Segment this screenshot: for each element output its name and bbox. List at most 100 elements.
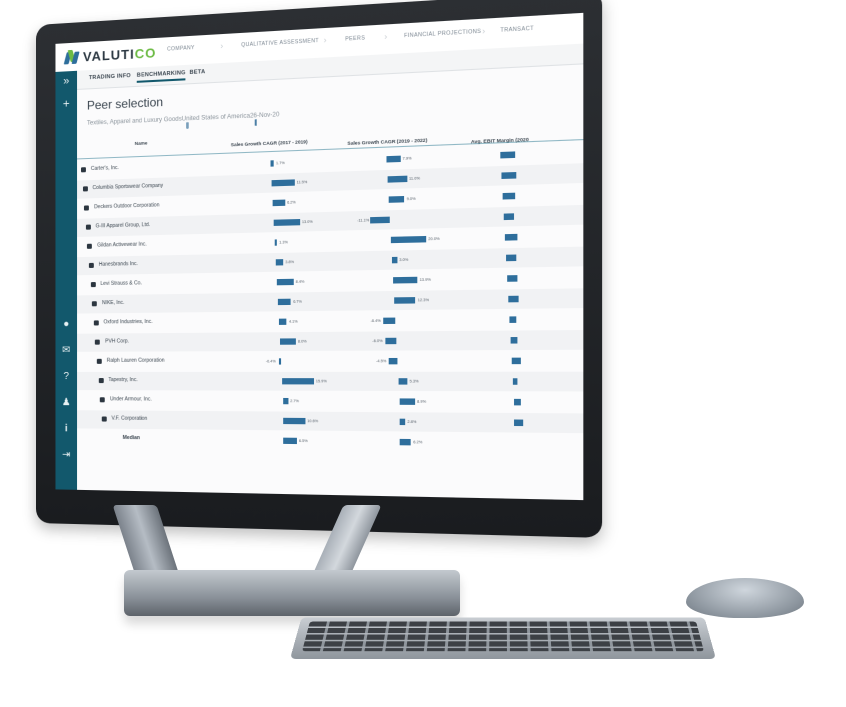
bar-value-label: 5.3% [409,379,419,384]
bar-sales-growth-2019-2022 [370,216,390,224]
bar-sales-growth-2017-2019 [278,318,287,325]
nav-company[interactable]: COMPANY [167,45,195,53]
row-name: NIKE, Inc. [101,299,125,307]
bar-value-label: 8.0% [297,339,307,344]
table-body: Carter's, Inc. 1.7% 7.9% Columbia Sportswea… [77,142,584,446]
bar-sales-growth-2017-2019 [273,219,300,226]
row-checkbox-icon[interactable] [80,167,86,173]
row-name: Median [122,434,140,442]
keyboard-keys [302,621,704,652]
user-icon[interactable]: ● [55,319,77,331]
bar-value-label: 15.9% [315,379,327,384]
crumb-industry: Textiles, Apparel and Luxury Goods [86,116,182,127]
bar-sales-growth-2017-2019 [272,199,285,207]
row-name: Levi Strauss & Co. [100,280,142,288]
nav-transactions[interactable]: TRANSACT [500,26,534,34]
chat-icon[interactable]: ✉ [55,345,77,357]
logout-icon[interactable]: ⇥ [55,449,77,461]
bar-value-label: 2.8% [407,419,417,425]
row-name: Ralph Lauren Corporation [106,357,165,364]
valutico-logo[interactable]: VALUTICO [63,44,157,65]
nav-separator-icon: › [220,41,224,51]
mouse [686,578,804,618]
bar-sales-growth-2017-2019 [270,160,274,167]
help-icon[interactable]: ? [55,371,77,383]
nav-separator-icon: › [482,26,486,37]
row-checkbox-icon[interactable] [92,301,97,307]
bar-avg-ebit-margin [512,378,518,385]
row-checkbox-icon[interactable] [90,282,96,288]
logo-text: VALUTICO [82,44,157,64]
table-row[interactable]: Ralph Lauren Corporation -0.4% -4.5% [77,351,583,371]
tab-beta[interactable]: BETA [190,69,206,76]
bar-avg-ebit-margin [501,172,517,179]
bar-sales-growth-2019-2022 [400,438,412,446]
bar-value-label: 11.5% [296,180,308,185]
bar-sales-growth-2017-2019 [276,278,294,286]
row-name: Tapestry, Inc. [108,377,138,384]
bar-value-label: -0.4% [265,359,276,364]
account-icon[interactable]: ♟ [55,397,77,409]
header-name[interactable]: Name [135,140,148,146]
bar-value-label: 8.9% [417,399,427,404]
bar-sales-growth-2017-2019 [279,338,296,345]
monitor: VALUTICO COMPANY › QUALITATIVE ASSESSMEN… [36,0,603,538]
bar-value-label: 6.7% [293,299,302,304]
bar-sales-growth-2019-2022 [389,357,398,365]
bar-sales-growth-2017-2019 [281,378,314,385]
row-checkbox-icon[interactable] [96,358,102,364]
bar-avg-ebit-margin [509,316,517,323]
row-checkbox-icon[interactable] [99,397,105,403]
row-name: PVH Corp. [105,338,130,345]
tab-trading-info[interactable]: TRADING INFO [89,73,131,81]
row-checkbox-icon[interactable] [93,320,99,326]
computer-base [124,570,460,616]
plus-icon[interactable]: + [55,96,77,110]
crumb-country: United States of America [181,113,250,123]
row-checkbox-icon[interactable] [98,378,104,384]
bar-avg-ebit-margin [510,336,518,344]
bar-sales-growth-2019-2022 [400,418,406,426]
chevrons-right-icon[interactable]: » [55,75,77,88]
bar-sales-growth-2019-2022 [387,175,407,183]
row-checkbox-icon[interactable] [87,243,93,249]
bar-value-label: 11.0% [409,176,421,181]
bar-value-label: 4.1% [288,319,298,324]
bar-sales-growth-2019-2022 [392,276,418,284]
row-checkbox-icon[interactable] [95,339,101,345]
bar-value-label: 8.4% [295,279,305,284]
row-checkbox-icon[interactable] [84,205,90,211]
table-row[interactable]: Tapestry, Inc. 15.9% 5.3% [77,371,584,392]
bar-sales-growth-2019-2022 [399,398,415,405]
row-checkbox-icon[interactable] [82,186,88,192]
bar-sales-growth-2019-2022 [385,337,396,345]
row-name: Gildan Activewear Inc. [97,241,147,249]
main-content: Peer selection Textiles, Apparel and Lux… [77,63,584,500]
bar-avg-ebit-margin [513,398,521,406]
bar-value-label: 2.7% [290,399,299,404]
bar-value-label: 3.8% [285,259,295,265]
nav-separator-icon: › [323,35,327,45]
table-row[interactable]: PVH Corp. 8.0% -6.0% [77,330,584,352]
row-name: Carter's, Inc. [90,164,119,173]
bar-value-label: 1.7% [276,160,285,166]
info-icon[interactable]: i [55,423,77,435]
bar-avg-ebit-margin [503,213,515,221]
nav-separator-icon: › [384,31,388,42]
nav-qualitative-assessment[interactable]: QUALITATIVE ASSESSMENT [241,38,319,49]
nav-peers[interactable]: PEERS [345,35,365,42]
bar-value-label: 12.3% [417,297,430,303]
nav-financial-projections[interactable]: FINANCIAL PROJECTIONS [404,29,481,40]
tab-benchmarking[interactable]: BENCHMARKING [136,70,186,83]
row-checkbox-icon[interactable] [88,262,94,269]
bar-value-label: 10.6% [307,419,319,424]
bar-avg-ebit-margin [506,275,518,282]
row-name: Under Armour, Inc. [109,396,152,403]
keyboard [290,617,716,659]
row-checkbox-icon[interactable] [101,416,107,422]
row-checkbox-icon[interactable] [85,224,91,230]
row-background [77,429,583,454]
table-row[interactable]: Under Armour, Inc. 2.7% 8.9% [77,391,583,412]
header-sales-growth-2017-2019[interactable]: Sales Growth CAGR (2017 - 2019) [231,139,308,147]
bar-value-label: 9.0% [406,196,416,202]
